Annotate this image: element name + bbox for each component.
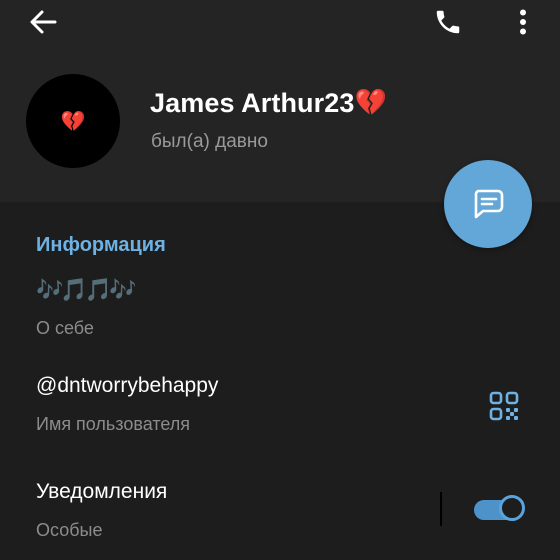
bio-value[interactable]: 🎶🎵🎵🎶 bbox=[36, 278, 137, 303]
back-button[interactable] bbox=[22, 4, 64, 40]
send-message-button[interactable] bbox=[444, 160, 532, 248]
username-label: Имя пользователя bbox=[36, 414, 191, 434]
message-icon bbox=[474, 189, 504, 219]
name-emoji: 💔 bbox=[354, 88, 387, 118]
more-vertical-icon bbox=[520, 9, 526, 35]
info-section-title: Информация bbox=[36, 234, 166, 256]
phone-icon bbox=[436, 10, 460, 34]
toggle-thumb bbox=[499, 495, 525, 521]
last-seen-status: был(а) давно bbox=[151, 131, 268, 152]
notifications-title[interactable]: Уведомления bbox=[36, 480, 167, 504]
profile-name: James Arthur23💔 bbox=[150, 88, 387, 119]
call-button[interactable] bbox=[428, 2, 468, 42]
profile-info: Информация 🎶🎵🎵🎶 О себе @dntworrybehappy … bbox=[0, 202, 560, 560]
avatar[interactable]: 💔 bbox=[26, 74, 120, 168]
profile-screen: 💔 James Arthur23💔 был(а) давно Информаци… bbox=[0, 0, 560, 560]
broken-heart-icon: 💔 bbox=[60, 109, 86, 133]
arrow-left-icon bbox=[30, 10, 57, 34]
username-value[interactable]: @dntworrybehappy bbox=[36, 374, 218, 398]
more-menu-button[interactable] bbox=[508, 4, 538, 40]
profile-name-text: James Arthur23 bbox=[150, 88, 355, 118]
notifications-divider bbox=[440, 492, 442, 526]
qr-code-icon bbox=[489, 391, 519, 421]
notifications-label: Особые bbox=[36, 520, 103, 540]
bio-label: О себе bbox=[36, 318, 94, 338]
qr-code-button[interactable] bbox=[486, 388, 522, 424]
notifications-toggle[interactable] bbox=[474, 495, 526, 522]
